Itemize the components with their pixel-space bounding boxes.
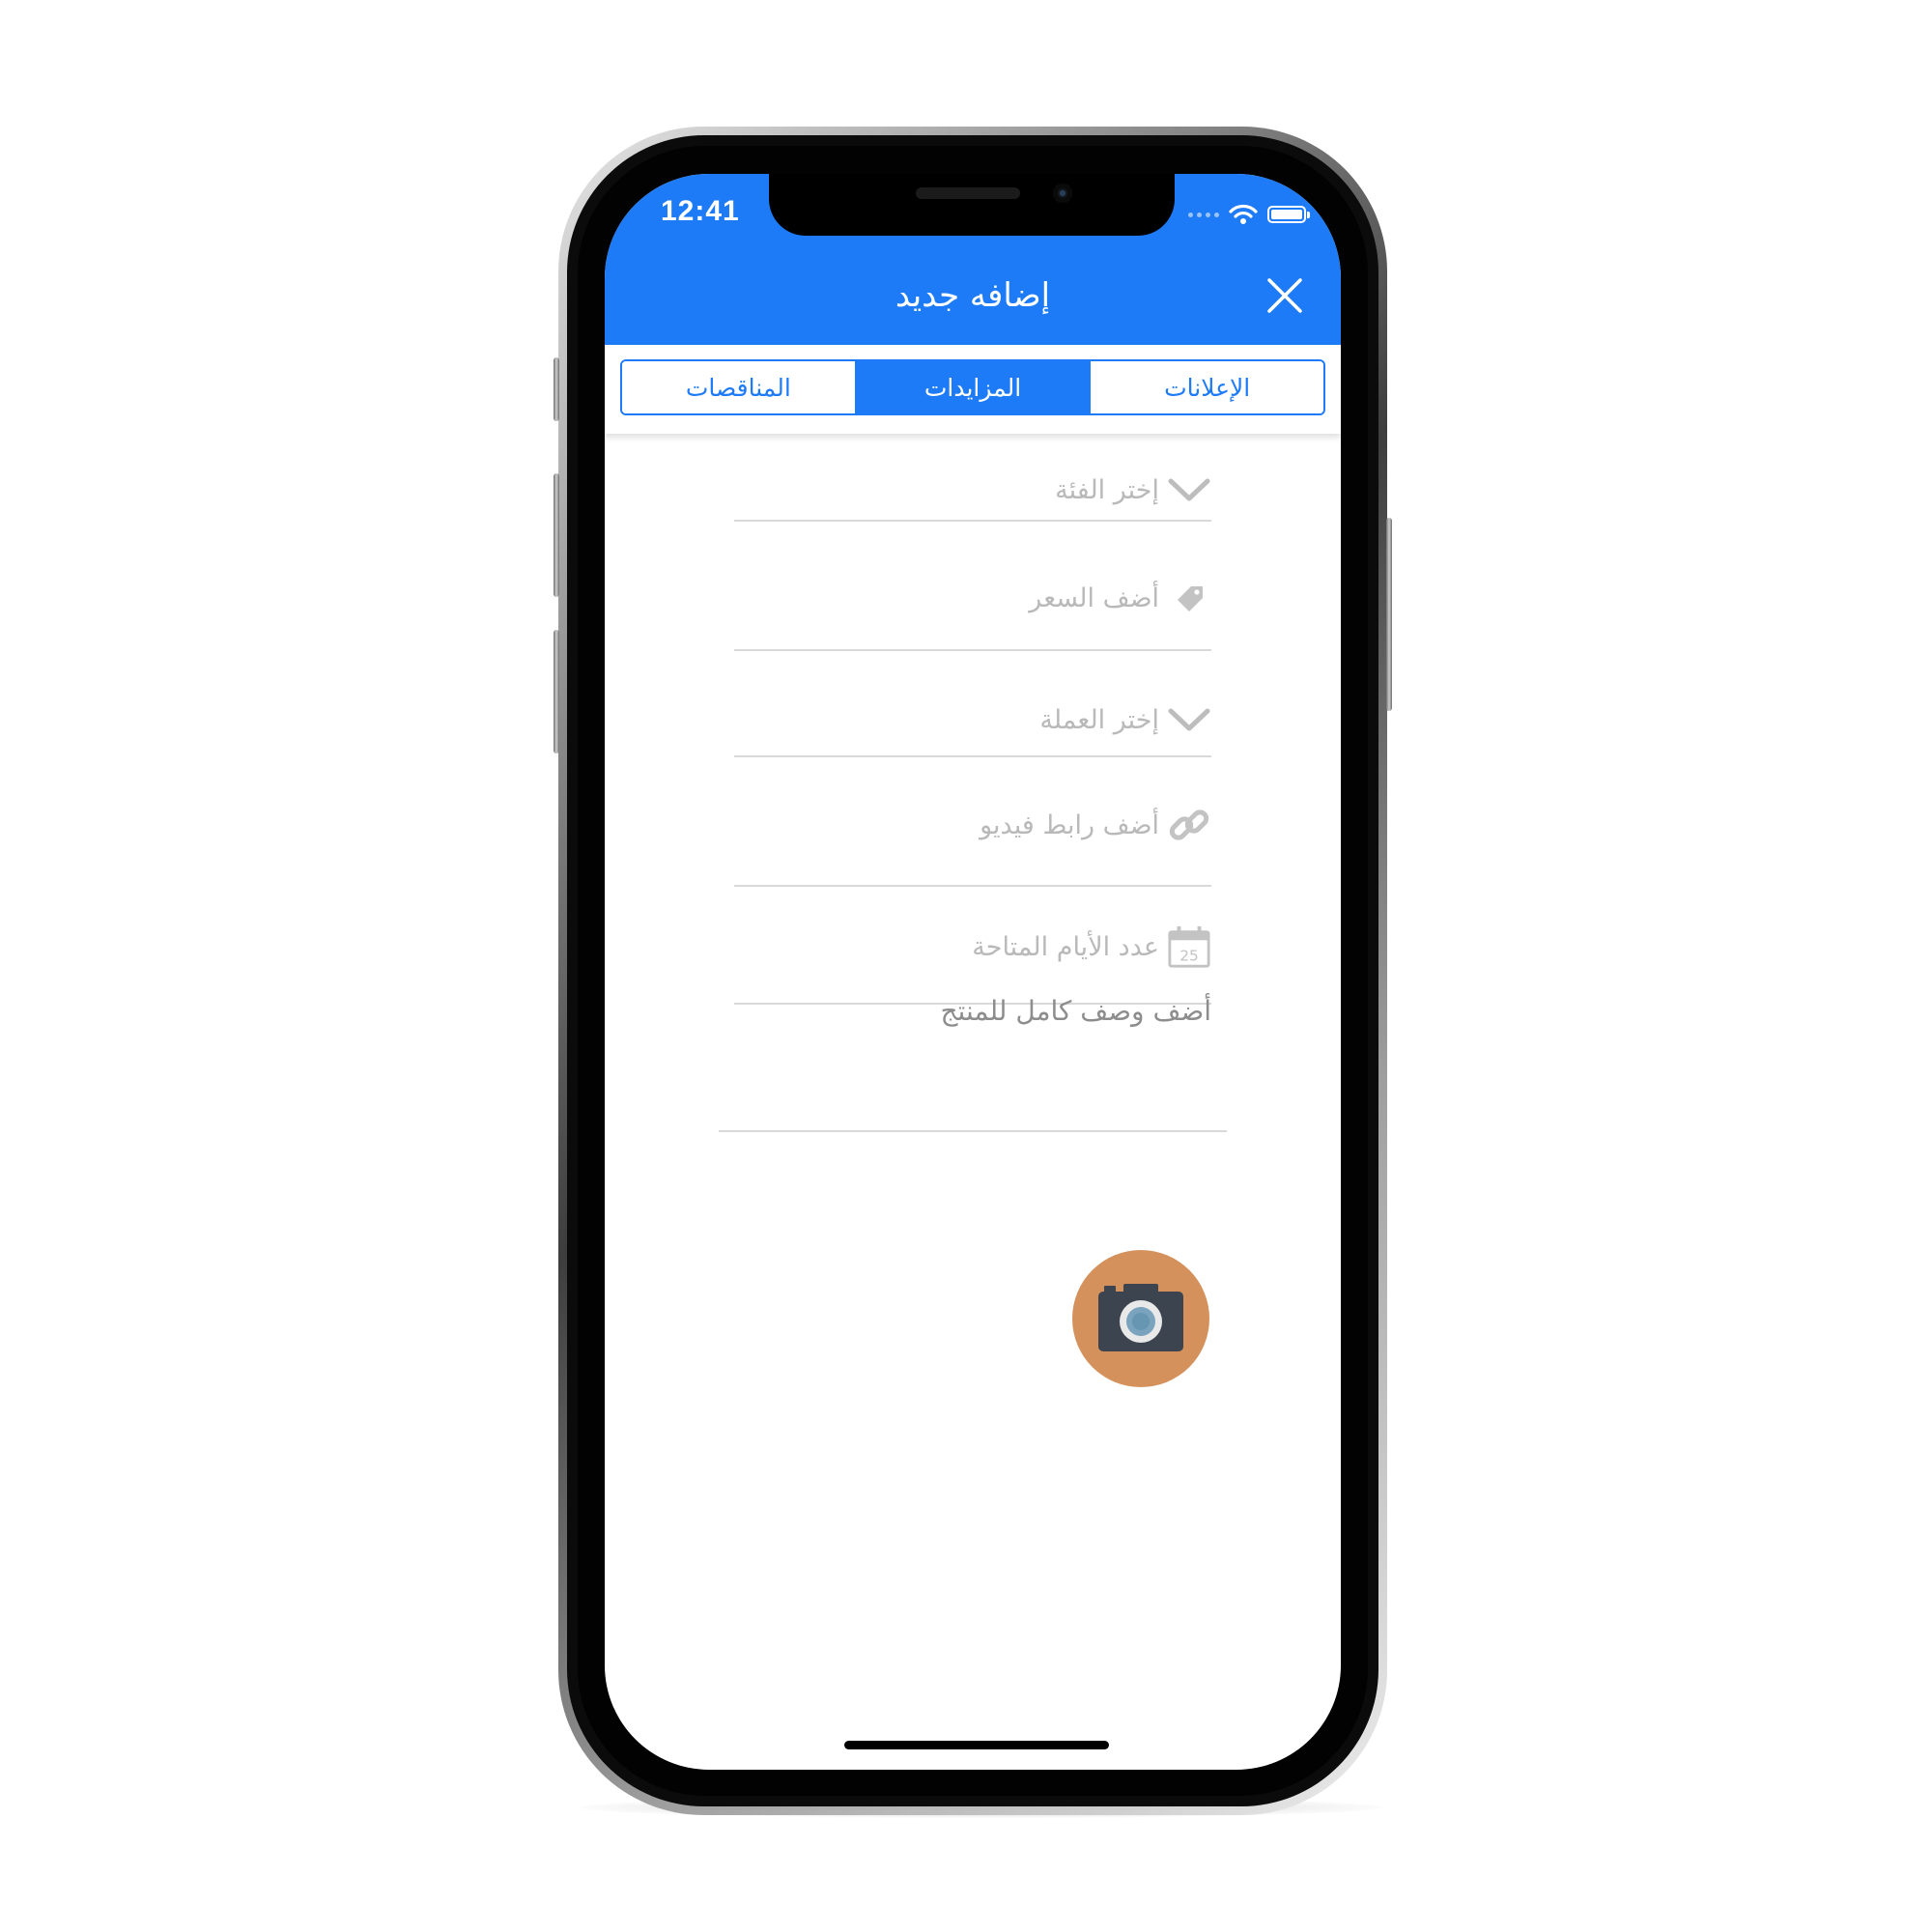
description-placeholder: أضف وصف كامل للمنتج (940, 995, 1211, 1027)
chevron-down-icon (1167, 697, 1211, 742)
volume-up-button (554, 473, 559, 597)
notch (769, 174, 1175, 236)
video-link-input[interactable]: أضف رابط فيديو (734, 765, 1211, 887)
wifi-icon (1229, 204, 1258, 224)
front-camera (1053, 184, 1072, 203)
phone-screen: 12:41 إضافه جديد المناقصات المزايدات الإ… (605, 174, 1341, 1770)
status-time: 12:41 (661, 195, 740, 227)
price-placeholder: أضف السعر (1029, 582, 1159, 613)
power-button (1386, 518, 1392, 711)
tab-tenders[interactable]: المناقصات (622, 361, 855, 413)
home-indicator (844, 1741, 1109, 1749)
days-placeholder: عدد الأيام المتاحة (972, 931, 1159, 962)
description-textarea[interactable]: أضف وصف كامل للمنتج (719, 976, 1227, 1132)
tabs-bar: المناقصات المزايدات الإعلانات (605, 345, 1341, 434)
calendar-icon: 25 (1167, 924, 1211, 969)
close-icon (1267, 278, 1302, 313)
status-icons (1188, 203, 1310, 226)
segmented-control: المناقصات المزايدات الإعلانات (620, 359, 1325, 415)
currency-select[interactable]: إختر العملة (734, 684, 1211, 757)
add-photo-button[interactable] (1072, 1250, 1209, 1387)
battery-icon (1267, 206, 1310, 223)
page-title: إضافه جديد (895, 276, 1051, 315)
calendar-day-number: 25 (1179, 947, 1199, 964)
earpiece-speaker (916, 187, 1020, 199)
currency-placeholder: إختر العملة (1039, 704, 1159, 735)
link-icon (1167, 803, 1211, 847)
chevron-down-icon (1167, 468, 1211, 512)
signal-icon (1188, 212, 1219, 217)
category-select[interactable]: إختر الفئة (734, 460, 1211, 522)
close-button[interactable] (1264, 274, 1306, 317)
price-tag-icon (1167, 576, 1211, 620)
tab-ads[interactable]: الإعلانات (1089, 361, 1323, 413)
camera-icon (1098, 1284, 1183, 1351)
volume-down-button (554, 630, 559, 753)
price-input[interactable]: أضف السعر (734, 547, 1211, 651)
category-placeholder: إختر الفئة (1055, 474, 1159, 505)
video-link-placeholder: أضف رابط فيديو (980, 810, 1159, 840)
mute-switch (554, 357, 559, 421)
tab-auctions[interactable]: المزايدات (854, 361, 1090, 413)
